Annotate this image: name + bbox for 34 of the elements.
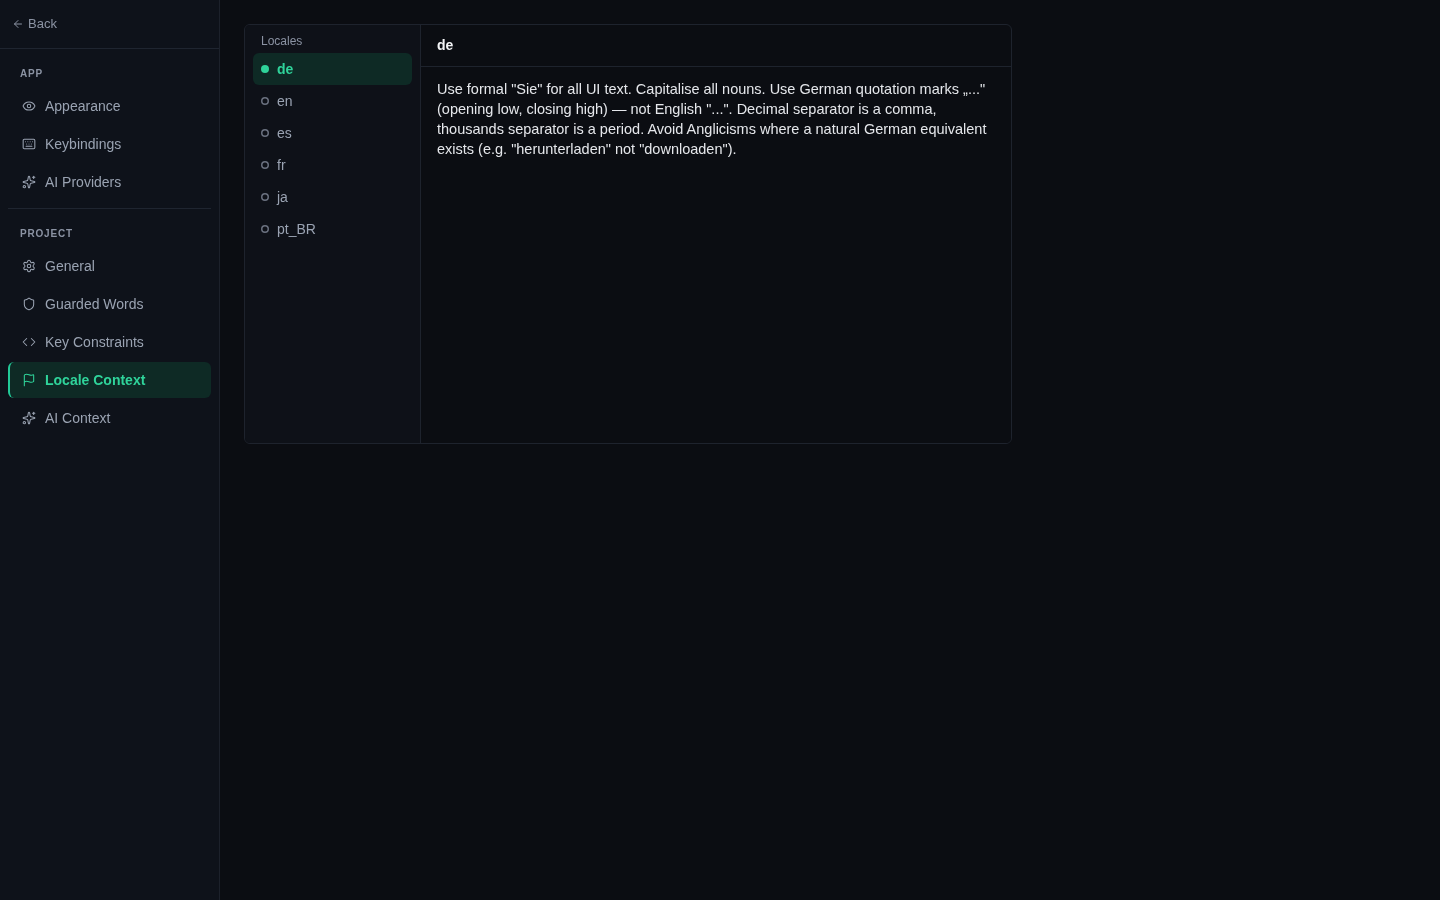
sidebar-item[interactable]: AI Providers xyxy=(8,164,211,200)
locale-item[interactable]: de xyxy=(253,53,412,85)
locale-item[interactable]: es xyxy=(253,117,412,149)
ring-dot-icon xyxy=(261,97,269,105)
section-heading: PROJECT xyxy=(19,227,74,241)
sparkles-icon xyxy=(22,175,36,189)
sidebar-item[interactable]: Keybindings xyxy=(8,126,211,162)
locale-item[interactable]: ja xyxy=(253,181,412,213)
keyboard-icon xyxy=(22,137,36,151)
locale-item[interactable]: en xyxy=(253,85,412,117)
sidebar-item[interactable]: AI Context xyxy=(8,400,211,436)
sidebar-item[interactable]: Key Constraints xyxy=(8,324,211,360)
ring-dot-icon xyxy=(261,193,269,201)
sidebar-item[interactable]: General xyxy=(8,248,211,284)
locales-heading: Locales xyxy=(260,33,304,50)
ring-dot-icon xyxy=(261,129,269,137)
locale-item[interactable]: pt_BR xyxy=(253,213,412,245)
section-heading: APP xyxy=(19,67,44,81)
code-brackets-icon xyxy=(22,335,36,349)
filled-dot-icon xyxy=(261,65,269,73)
back-link[interactable]: Back xyxy=(12,14,57,34)
flag-icon xyxy=(22,373,36,387)
sidebar-item[interactable]: Guarded Words xyxy=(8,286,211,322)
arrow-left-icon xyxy=(12,18,24,30)
sidebar-item[interactable]: Locale Context xyxy=(8,362,211,398)
sparkles-icon xyxy=(22,411,36,425)
settings-icon xyxy=(22,259,36,273)
locale-item[interactable]: fr xyxy=(253,149,412,181)
shield-icon xyxy=(22,297,36,311)
eye-icon xyxy=(22,99,36,113)
ring-dot-icon xyxy=(261,161,269,169)
sidebar-item[interactable]: Appearance xyxy=(8,88,211,124)
editor-title: de xyxy=(437,36,454,55)
ring-dot-icon xyxy=(261,225,269,233)
